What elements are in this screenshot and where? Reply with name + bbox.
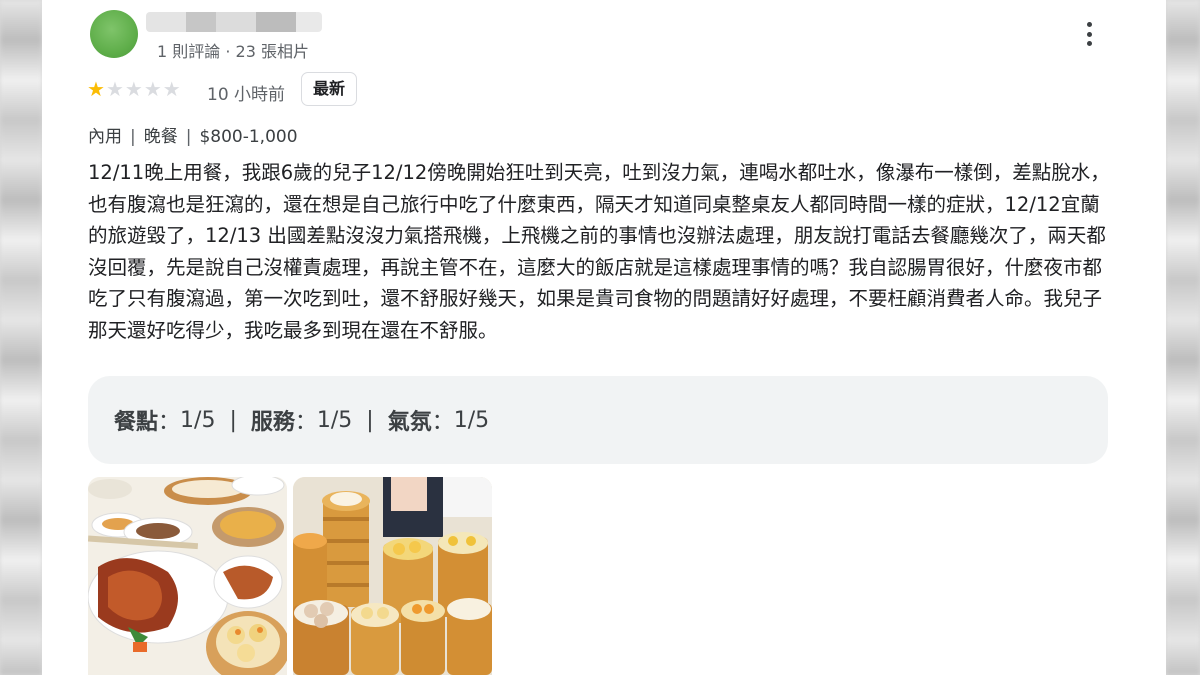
dot-icon (1086, 31, 1092, 37)
review-time: 10 小時前 (207, 85, 286, 105)
service-rating-label: 服務 (250, 410, 295, 435)
star-rating: ★ ★ ★ ★ ★ (87, 78, 181, 100)
tag-meal: 晚餐 (143, 127, 178, 147)
rating-separator: | (229, 407, 237, 433)
review-body: 12/11晚上用餐，我跟6歲的兒子12/12傍晚開始狂吐到天亮，吐到沒力氣，連喝… (88, 161, 1110, 342)
dot-icon (1086, 41, 1092, 46)
star-empty-icon: ★ (162, 77, 181, 101)
food-rating-value: 1/5 (180, 407, 216, 433)
review-tags: 內用 | 晚餐 | $800-1,000 (88, 122, 298, 147)
sub-ratings-panel: 餐點： 1/5 | 服務： 1/5 | 氣氛： 1/5 (88, 376, 1108, 464)
tag-dine-in: 內用 (88, 127, 122, 147)
background-left-blur (0, 0, 42, 675)
star-empty-icon: ★ (124, 77, 143, 101)
star-filled-icon: ★ (87, 77, 105, 101)
colon: ： (294, 410, 317, 435)
background-right-blur (1166, 0, 1200, 675)
review-photo-dim-sum[interactable] (293, 477, 492, 675)
reviewer-name-redacted[interactable] (146, 12, 322, 32)
dot-icon (1086, 22, 1092, 27)
food-rating-label: 餐點 (114, 410, 159, 435)
colon: ： (158, 410, 181, 435)
star-empty-icon: ★ (143, 77, 162, 101)
colon: ： (431, 410, 454, 435)
tag-separator: | (185, 127, 192, 147)
atmosphere-rating-value: 1/5 (453, 407, 490, 433)
avatar[interactable] (90, 10, 138, 58)
tag-separator: | (130, 127, 136, 147)
service-rating-value: 1/5 (316, 407, 353, 433)
atmosphere-rating-label: 氣氛 (387, 410, 432, 435)
more-options-icon[interactable] (1078, 18, 1100, 50)
review-photo-roast-meat[interactable] (88, 477, 287, 675)
reviewer-meta: 1 則評論 · 23 張相片 (157, 42, 309, 61)
review-card: 1 則評論 · 23 張相片 ★ ★ ★ ★ ★ 10 小時前 最新 內用 | 晚餐 | $80… (42, 0, 1166, 675)
newest-badge: 最新 (301, 72, 358, 106)
star-empty-icon: ★ (105, 77, 124, 101)
rating-separator: | (366, 407, 374, 433)
tag-price: $800-1,000 (199, 127, 298, 147)
